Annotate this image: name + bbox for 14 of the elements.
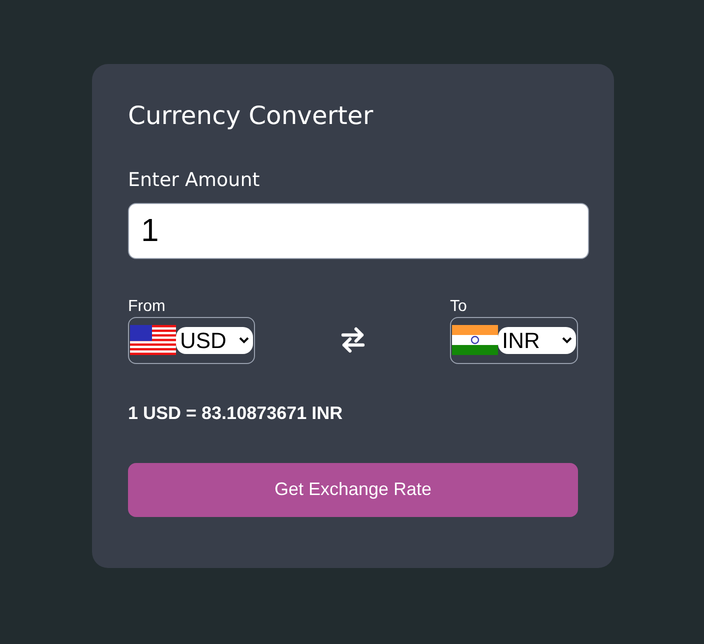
currency-label: To xyxy=(450,296,467,316)
flag-icon xyxy=(130,325,176,355)
amount-field[interactable]: 1 xyxy=(128,202,589,258)
get-exchange-rate-button[interactable]: Get Exchange Rate xyxy=(128,462,578,516)
card-title: Currency Converter xyxy=(128,100,374,132)
currency-label: From xyxy=(128,296,166,316)
swap-icon[interactable] xyxy=(340,327,366,353)
exchange-rate-result: 1 USD = 83.10873671 INR xyxy=(128,402,343,424)
flag-icon xyxy=(452,325,498,355)
currency-select[interactable]: INR xyxy=(498,326,576,354)
caret-icon xyxy=(562,336,572,344)
currency-select[interactable]: USD xyxy=(176,326,253,354)
caret-icon xyxy=(239,336,249,344)
amount-label: Enter Amount xyxy=(128,168,260,193)
